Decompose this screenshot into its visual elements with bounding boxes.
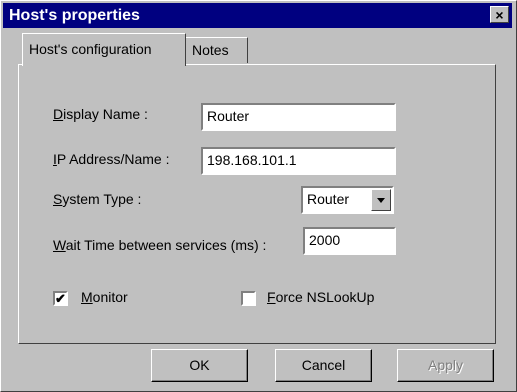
display-name-input[interactable]: Router xyxy=(201,103,396,131)
wait-time-label: Wait Time between services (ms) : xyxy=(53,237,267,253)
tab-hosts-configuration[interactable]: Host's configuration xyxy=(22,33,186,66)
ip-address-input[interactable]: 198.168.101.1 xyxy=(201,147,396,175)
ok-button[interactable]: OK xyxy=(151,349,248,382)
monitor-label[interactable]: Monitor xyxy=(81,289,128,305)
window-title: Host's properties xyxy=(9,7,140,24)
system-type-label: System Type : xyxy=(53,191,142,207)
display-name-label: Display Name : xyxy=(53,106,148,122)
hosts-properties-dialog: Host's properties × Host's configuration… xyxy=(0,0,517,392)
apply-button[interactable]: Apply xyxy=(397,349,494,382)
close-icon[interactable]: × xyxy=(490,6,509,23)
tab-notes[interactable]: Notes xyxy=(186,37,248,63)
system-type-select[interactable]: Router xyxy=(301,186,394,214)
ip-address-label: IP Address/Name : xyxy=(53,151,170,167)
wait-time-input[interactable]: 2000 xyxy=(303,227,396,255)
cancel-button[interactable]: Cancel xyxy=(275,349,372,382)
chevron-down-icon[interactable] xyxy=(371,189,391,211)
title-bar[interactable]: Host's properties × xyxy=(3,3,512,28)
force-nslookup-checkbox[interactable] xyxy=(241,291,256,306)
force-nslookup-label[interactable]: Force NSLookUp xyxy=(267,289,374,305)
system-type-value: Router xyxy=(307,191,350,207)
monitor-checkbox[interactable]: ✔ xyxy=(53,291,68,306)
